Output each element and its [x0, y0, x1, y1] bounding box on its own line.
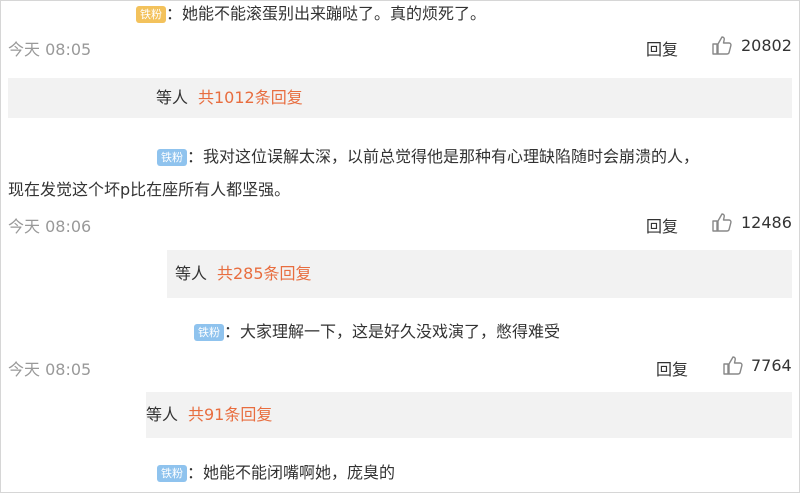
reply-count-link[interactable]: 共91条回复: [188, 392, 272, 438]
reply-button[interactable]: 回复: [646, 213, 678, 237]
thumbs-up-icon[interactable]: [711, 211, 733, 233]
reply-thread-bar[interactable]: 等人 共285条回复: [167, 250, 792, 298]
comment-4: 铁粉 ：她能不能闭嘴啊她，庞臭的: [157, 461, 395, 485]
fan-badge[interactable]: 铁粉: [136, 6, 166, 23]
comment-text-line2: 现在发觉这个坏p比在座所有人都坚强。: [8, 180, 291, 199]
comment-time: 今天 08:05: [8, 40, 92, 59]
comment-time: 今天 08:06: [8, 217, 92, 236]
reply-thread-bar[interactable]: 等人 共1012条回复: [8, 78, 792, 118]
like-count: 7764: [751, 356, 792, 375]
reply-count-link[interactable]: 共1012条回复: [198, 78, 303, 118]
comment-text: ：她能不能闭嘴啊她，庞臭的: [187, 463, 396, 482]
comment-1: 铁粉 ：她能不能滚蛋别出来蹦哒了。真的烦死了。: [136, 2, 486, 26]
reply-count-link[interactable]: 共285条回复: [217, 250, 312, 298]
comment-text: ：她能不能滚蛋别出来蹦哒了。真的烦死了。: [166, 4, 487, 23]
fan-badge[interactable]: 铁粉: [157, 465, 187, 482]
thread-prefix: 等人: [146, 405, 179, 424]
fan-badge[interactable]: 铁粉: [194, 324, 224, 341]
comment-text: ：大家理解一下，这是好久没戏演了，憋得难受: [224, 322, 561, 341]
comment-3: 铁粉 ：大家理解一下，这是好久没戏演了，憋得难受: [194, 320, 560, 344]
reply-thread-bar[interactable]: 等人 共91条回复: [146, 392, 792, 438]
thread-prefix: 等人: [175, 264, 208, 283]
like-count: 20802: [741, 36, 792, 55]
fan-badge[interactable]: 铁粉: [157, 149, 187, 166]
like-count: 12486: [741, 213, 792, 232]
reply-button[interactable]: 回复: [646, 36, 678, 60]
thumbs-up-icon[interactable]: [711, 34, 733, 56]
comment-2: 铁粉 ：我对这位误解太深，以前总觉得他是那种有心理缺陷随时会崩溃的人，: [157, 145, 699, 169]
reply-button[interactable]: 回复: [656, 356, 688, 380]
comment-time: 今天 08:05: [8, 360, 92, 379]
comment-text-line1: ：我对这位误解太深，以前总觉得他是那种有心理缺陷随时会崩溃的人，: [187, 147, 700, 166]
thumbs-up-icon[interactable]: [722, 354, 744, 376]
thread-prefix: 等人: [156, 88, 189, 107]
